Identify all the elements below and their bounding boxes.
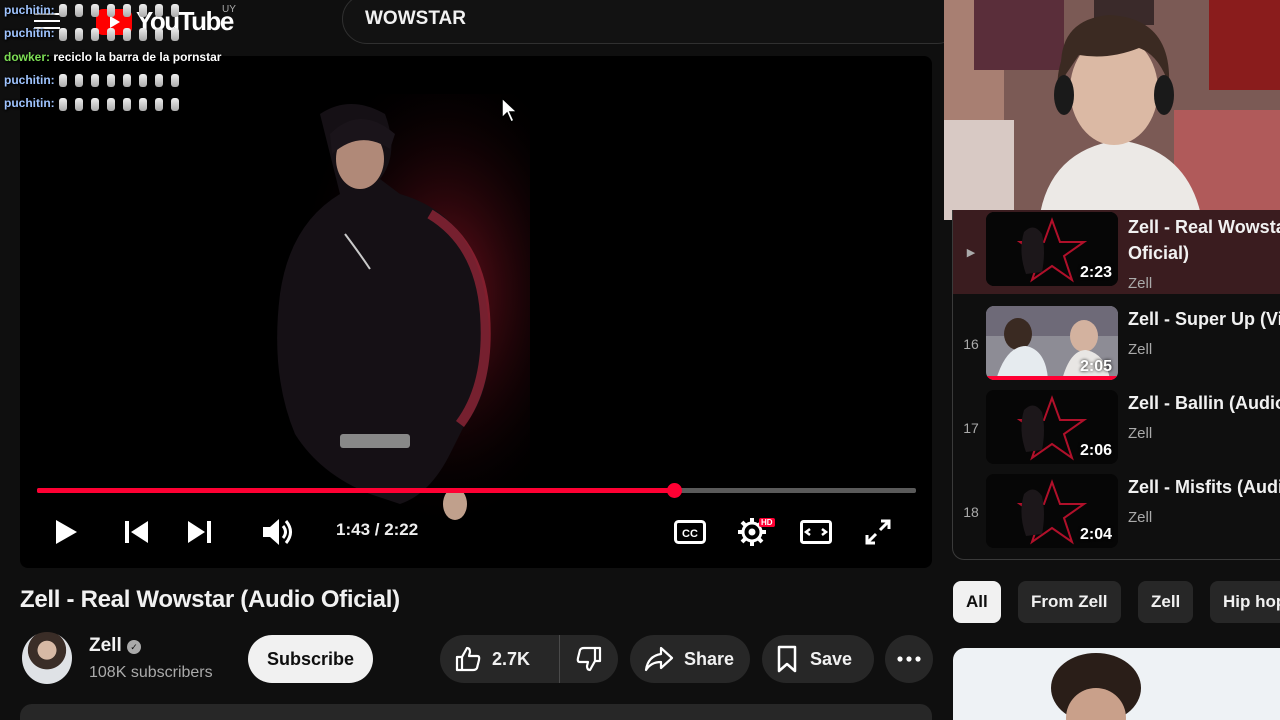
more-horizontal-icon bbox=[897, 656, 921, 662]
chat-emotes bbox=[58, 74, 179, 88]
chat-username: dowker: bbox=[4, 49, 51, 64]
skip-next-icon bbox=[188, 521, 211, 543]
playlist-item[interactable]: 17 2:06 Zell - Ballin (Audio Zell bbox=[953, 380, 1280, 464]
dislike-button[interactable] bbox=[560, 635, 618, 683]
stream-chat-overlay: puchitin: puchitin: dowker: reciclo la b… bbox=[4, 2, 264, 118]
video-duration: 2:06 bbox=[1079, 442, 1112, 459]
now-playing-icon: ▶ bbox=[966, 247, 976, 259]
svg-text:CC: CC bbox=[682, 528, 698, 540]
video-duration: 2:23 bbox=[1079, 264, 1112, 281]
playlist-item-title[interactable]: Zell - Super Up (Vid bbox=[1128, 306, 1280, 332]
playlist-index: 17 bbox=[963, 420, 979, 436]
like-dislike-group: 2.7K bbox=[440, 635, 618, 683]
chat-emotes bbox=[58, 97, 179, 111]
streamer-webcam bbox=[944, 0, 1280, 220]
video-duration: 2:05 bbox=[1079, 358, 1112, 375]
playlist-thumbnail[interactable]: 2:23 bbox=[986, 212, 1118, 286]
playlist-item-channel: Zell bbox=[1128, 509, 1153, 526]
theater-mode-icon bbox=[800, 520, 832, 544]
video-title: Zell - Real Wowstar (Audio Oficial) bbox=[20, 586, 400, 613]
skip-previous-icon bbox=[125, 521, 148, 543]
subscriber-count: 108K subscribers bbox=[89, 664, 213, 681]
playlist-item-title-continued[interactable]: Oficial) bbox=[1128, 240, 1189, 266]
bookmark-icon bbox=[777, 645, 797, 673]
verified-check-icon: ✓ bbox=[127, 640, 141, 654]
chat-message: puchitin: bbox=[4, 25, 264, 48]
chat-username: puchitin: bbox=[4, 26, 55, 41]
playlist-thumbnail[interactable]: 2:04 bbox=[986, 474, 1118, 548]
video-duration: 2:04 bbox=[1079, 526, 1112, 543]
cc-icon: CC bbox=[674, 520, 706, 544]
save-label: Save bbox=[810, 648, 853, 669]
share-button[interactable]: Share bbox=[630, 635, 750, 683]
play-button[interactable] bbox=[48, 514, 84, 550]
chip-hip-hop[interactable]: Hip hop bbox=[1210, 581, 1280, 623]
chip-from-zell[interactable]: From Zell bbox=[1018, 581, 1121, 623]
previous-button[interactable] bbox=[118, 514, 154, 550]
playlist-item-channel: Zell bbox=[1128, 425, 1153, 442]
play-icon bbox=[56, 520, 77, 544]
chat-username: puchitin: bbox=[4, 72, 55, 87]
hd-badge: HD bbox=[759, 518, 775, 527]
playlist-item-title[interactable]: Zell - Misfits (Audio bbox=[1128, 474, 1280, 500]
chat-message: dowker: reciclo la barra de la pornstar bbox=[4, 49, 264, 72]
playlist-item-title[interactable]: Zell - Ballin (Audio bbox=[1128, 390, 1280, 416]
search-input[interactable]: WOWSTAR bbox=[342, 0, 962, 44]
progress-bar[interactable] bbox=[37, 483, 916, 498]
recommended-video-thumbnail[interactable] bbox=[953, 648, 1280, 720]
theater-mode-button[interactable] bbox=[798, 514, 834, 550]
chat-message: puchitin: bbox=[4, 72, 264, 95]
playlist-item-title[interactable]: Zell - Real Wowstar (Audio bbox=[1128, 214, 1280, 240]
video-player[interactable]: 1:43 / 2:22 CC HD bbox=[20, 56, 932, 568]
fullscreen-icon bbox=[865, 519, 891, 545]
chat-message: puchitin: bbox=[4, 2, 264, 25]
chat-text: reciclo la barra de la pornstar bbox=[53, 49, 222, 64]
playlist-panel: ▶ 2:23 Zell - Real Wowstar (AudioOficial) Z… bbox=[952, 210, 1280, 560]
chat-emotes bbox=[58, 4, 179, 18]
chip-zell[interactable]: Zell bbox=[1138, 581, 1194, 623]
chat-username: puchitin: bbox=[4, 3, 55, 17]
share-icon bbox=[644, 646, 674, 672]
like-button[interactable]: 2.7K bbox=[440, 635, 560, 683]
fullscreen-button[interactable] bbox=[860, 514, 896, 550]
subscribe-button[interactable]: Subscribe bbox=[248, 635, 373, 683]
search-query: WOWSTAR bbox=[365, 8, 466, 29]
thumbs-down-icon bbox=[576, 646, 602, 672]
playlist-item-channel: Zell bbox=[1128, 275, 1153, 292]
chat-username: puchitin: bbox=[4, 96, 55, 111]
thumbs-up-icon bbox=[455, 646, 481, 672]
chat-message: puchitin: bbox=[4, 95, 264, 118]
mouse-cursor-icon bbox=[501, 96, 518, 124]
chat-emotes bbox=[58, 27, 179, 41]
playlist-item[interactable]: 18 2:04 Zell - Misfits (Audio Zell bbox=[953, 464, 1280, 548]
captions-button[interactable]: CC bbox=[672, 514, 708, 550]
playlist-item[interactable]: ▶ 2:23 Zell - Real Wowstar (AudioOficial) Z… bbox=[953, 210, 1280, 294]
progress-fill bbox=[37, 488, 675, 493]
playlist-item-channel: Zell bbox=[1128, 341, 1153, 358]
description-box[interactable] bbox=[20, 704, 932, 720]
save-button[interactable]: Save bbox=[762, 635, 874, 683]
volume-button[interactable] bbox=[260, 514, 296, 550]
thumbnail-image bbox=[1051, 653, 1141, 720]
next-button[interactable] bbox=[182, 514, 218, 550]
playlist-item[interactable]: 16 2:05 Zell - Super Up (Vid Zell bbox=[953, 296, 1280, 380]
volume-icon bbox=[263, 519, 292, 545]
playlist-index: 18 bbox=[963, 504, 979, 520]
channel-name[interactable]: Zell bbox=[89, 635, 122, 657]
channel-avatar[interactable] bbox=[22, 632, 72, 684]
time-display: 1:43 / 2:22 bbox=[336, 520, 419, 539]
like-count: 2.7K bbox=[492, 648, 531, 669]
chip-all[interactable]: All bbox=[953, 581, 1001, 623]
video-frame-artist bbox=[250, 94, 530, 534]
scrubber-handle[interactable] bbox=[667, 483, 683, 498]
share-label: Share bbox=[684, 648, 735, 669]
more-actions-button[interactable] bbox=[885, 635, 933, 683]
playlist-thumbnail[interactable]: 2:06 bbox=[986, 390, 1118, 464]
playlist-thumbnail[interactable]: 2:05 bbox=[986, 306, 1118, 380]
playlist-index: 16 bbox=[963, 336, 979, 352]
